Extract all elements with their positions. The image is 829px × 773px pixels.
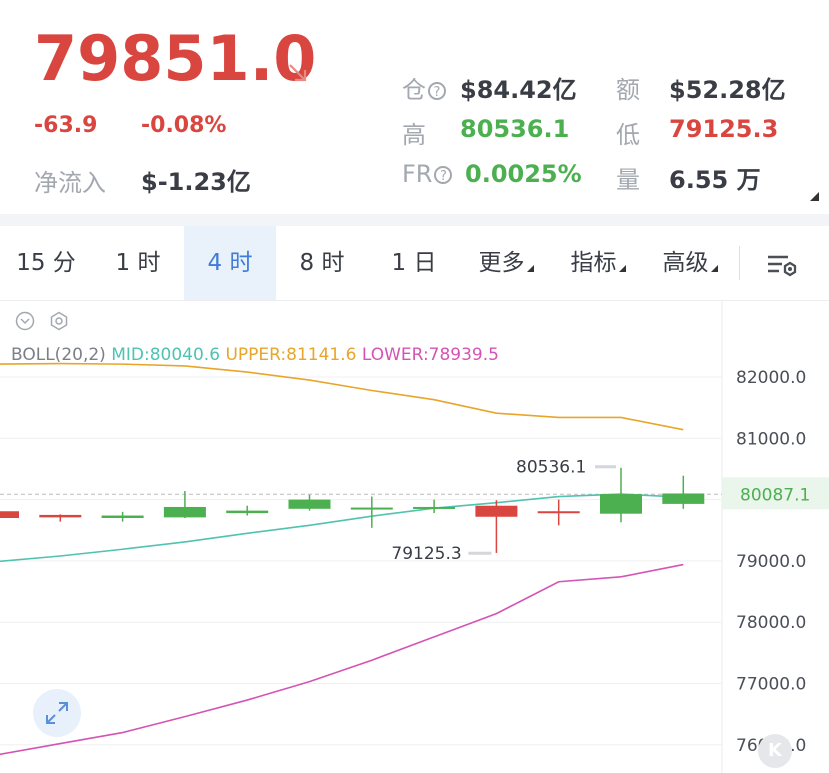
- boll-name: BOLL(20,2): [11, 345, 106, 365]
- netflow-value: $-1.23亿: [141, 168, 251, 196]
- high-label: 高: [402, 121, 426, 149]
- indicator-settings-icon[interactable]: [49, 311, 69, 331]
- candle-body: [350, 507, 393, 510]
- turnover-value: $52.28亿: [669, 76, 786, 104]
- price-change: -63.9: [34, 113, 98, 138]
- volume-value: 6.55 万: [669, 166, 761, 194]
- tab-15m[interactable]: 15 分: [0, 226, 92, 300]
- boll-upper-line: [0, 362, 684, 431]
- candle-body: [163, 506, 206, 518]
- low-marker-label: 79125.3: [391, 544, 461, 564]
- boll-lower-line: [0, 563, 684, 756]
- candles: [0, 467, 705, 553]
- timeframe-tabs: 15 分 1 时 4 时 8 时 1 日 更多 指标 高级: [0, 226, 829, 301]
- help-icon[interactable]: ?: [428, 82, 446, 100]
- candle-body: [475, 505, 518, 517]
- last-price: 79851.0: [34, 22, 317, 95]
- candle: [39, 514, 82, 522]
- candle-body: [0, 511, 19, 518]
- tab-label: 指标: [570, 250, 617, 276]
- funding-rate-label: FR?: [402, 160, 453, 188]
- low-value: 79125.3: [669, 115, 779, 143]
- turnover-label: 额: [616, 76, 640, 104]
- high-value: 80536.1: [460, 115, 570, 143]
- tab-label: 高级: [662, 250, 709, 276]
- ticker-header: 79851.0 -63.9 -0.08% 净流入 $-1.23亿 仓? $84.…: [0, 0, 829, 214]
- tab-advanced[interactable]: 高级: [644, 226, 736, 300]
- y-tick-label: 78000.0: [736, 613, 806, 633]
- tab-label: 1 日: [391, 250, 437, 276]
- fullscreen-button[interactable]: [33, 689, 81, 737]
- chart-settings-icon[interactable]: [766, 253, 798, 279]
- open-interest-label: 仓?: [402, 70, 446, 105]
- tab-4h[interactable]: 4 时: [184, 226, 276, 300]
- tab-label: 1 时: [115, 250, 161, 276]
- candle: [0, 511, 19, 518]
- candle: [226, 505, 269, 516]
- collapse-chevron-icon[interactable]: [15, 311, 35, 331]
- y-tick-label: 82000.0: [736, 368, 806, 388]
- candle-body: [537, 511, 580, 514]
- candle: [600, 467, 642, 523]
- expand-icon: [46, 702, 68, 724]
- candle: [163, 491, 206, 518]
- tab-label: 4 时: [207, 250, 253, 276]
- boll-upper: UPPER:81141.6: [225, 345, 357, 365]
- candle-body: [226, 510, 269, 514]
- boll-mid-line: [0, 493, 684, 563]
- chart-labels: 82000.081000.080000.079000.078000.077000…: [391, 368, 829, 756]
- dropdown-triangle-icon: [526, 265, 534, 272]
- candle: [350, 496, 393, 528]
- candle: [662, 475, 705, 509]
- boll-bands: [0, 362, 684, 756]
- candle: [537, 499, 580, 526]
- funding-rate-value: 0.0025%: [465, 160, 582, 188]
- price-change-pct: -0.08%: [141, 113, 227, 138]
- tab-8h[interactable]: 8 时: [276, 226, 368, 300]
- kline-logo-button[interactable]: K: [758, 734, 792, 768]
- dropdown-triangle-icon: [710, 265, 718, 272]
- candle: [101, 511, 144, 522]
- y-tick-label: 81000.0: [736, 429, 806, 449]
- candle-body: [600, 494, 642, 514]
- tab-indicators[interactable]: 指标: [552, 226, 644, 300]
- tab-label: 15 分: [16, 250, 76, 276]
- low-label: 低: [616, 121, 640, 149]
- candle-body: [413, 506, 456, 509]
- tab-label: 8 时: [299, 250, 345, 276]
- help-icon[interactable]: ?: [434, 166, 453, 184]
- boll-lower: LOWER:78939.5: [361, 345, 499, 365]
- candle-body: [39, 514, 82, 518]
- boll-legend: BOLL(20,2) MID:80040.6 UPPER:81141.6 LOW…: [11, 345, 499, 365]
- open-interest-value: $84.42亿: [460, 76, 577, 104]
- candlestick-chart[interactable]: 82000.081000.080000.079000.078000.077000…: [0, 300, 829, 773]
- tab-label: 更多: [478, 250, 525, 276]
- candle-body: [101, 515, 144, 518]
- y-tick-label: 79000.0: [736, 552, 806, 572]
- down-arrow-icon: [289, 64, 307, 82]
- candle-body: [288, 499, 331, 509]
- tab-1d[interactable]: 1 日: [368, 226, 460, 300]
- boll-mid: MID:80040.6: [111, 345, 221, 365]
- tab-more[interactable]: 更多: [460, 226, 552, 300]
- section-separator: [0, 214, 829, 226]
- tab-1h[interactable]: 1 时: [92, 226, 184, 300]
- netflow-label: 净流入: [34, 169, 106, 197]
- candle: [475, 500, 518, 553]
- current-price-label: 80087.1: [740, 485, 810, 505]
- volume-label: 量: [616, 166, 640, 194]
- y-tick-label: 77000.0: [736, 675, 806, 695]
- high-marker-label: 80536.1: [516, 458, 586, 478]
- expand-stats-corner[interactable]: [810, 192, 819, 201]
- chart-grid: [0, 300, 723, 773]
- tab-divider: [739, 246, 740, 280]
- dropdown-triangle-icon: [618, 265, 626, 272]
- candle: [288, 494, 331, 511]
- candle-body: [662, 493, 705, 504]
